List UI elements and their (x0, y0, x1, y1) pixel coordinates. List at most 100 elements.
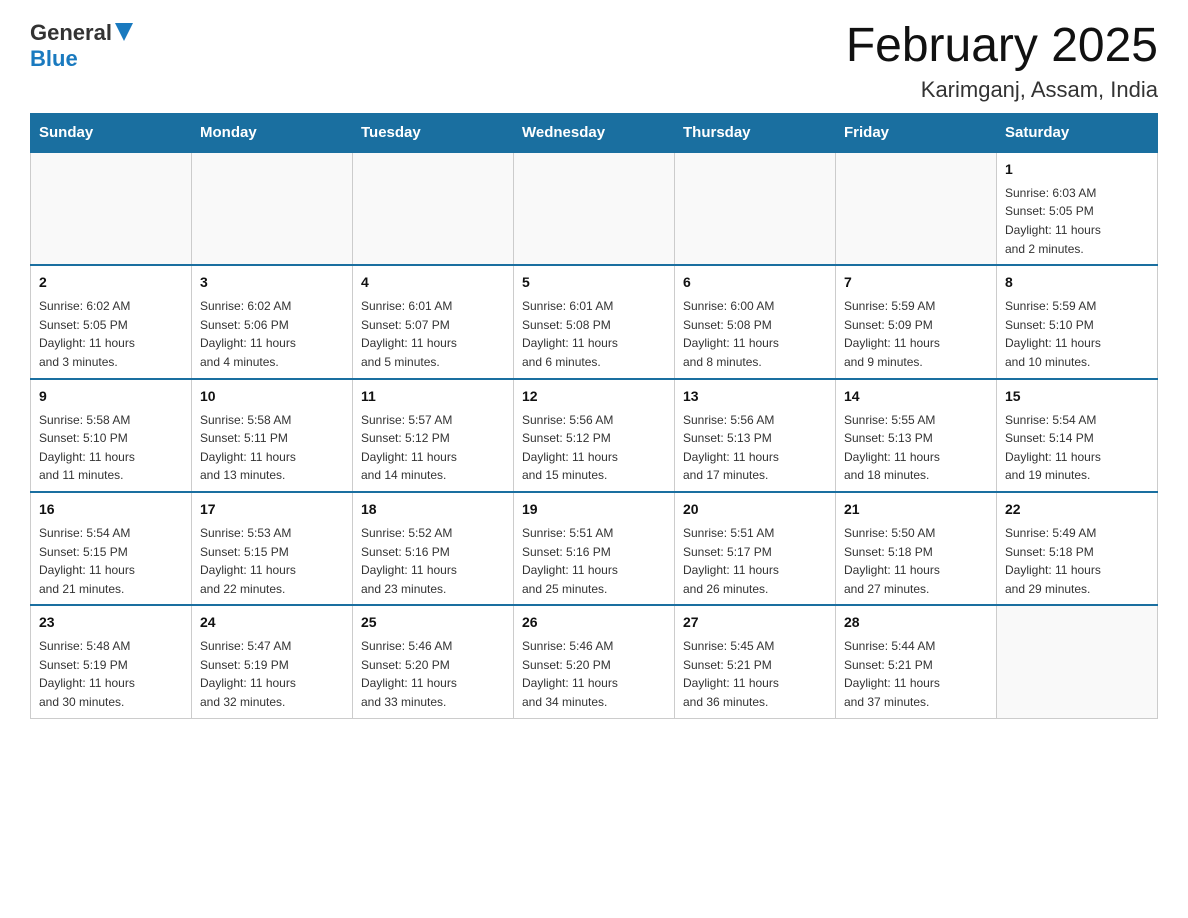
day-number: 28 (844, 612, 988, 633)
day-info: Sunrise: 5:44 AM Sunset: 5:21 PM Dayligh… (844, 637, 988, 711)
calendar-row-0: 1 Sunrise: 6:03 AM Sunset: 5:05 PM Daylig… (31, 152, 1158, 265)
weekday-header-friday: Friday (836, 113, 997, 152)
day-number: 13 (683, 386, 827, 407)
page-header: General Blue February 2025 Karimganj, As… (30, 20, 1158, 103)
day-info: Sunrise: 5:51 AM Sunset: 5:17 PM Dayligh… (683, 524, 827, 598)
day-number: 24 (200, 612, 344, 633)
calendar-cell: 23 Sunrise: 5:48 AM Sunset: 5:19 PM Dayli… (31, 605, 192, 718)
day-info: Sunrise: 5:45 AM Sunset: 5:21 PM Dayligh… (683, 637, 827, 711)
calendar-cell (514, 152, 675, 265)
calendar-cell: 10 Sunrise: 5:58 AM Sunset: 5:11 PM Dayli… (192, 379, 353, 492)
calendar-cell: 12 Sunrise: 5:56 AM Sunset: 5:12 PM Dayli… (514, 379, 675, 492)
day-info: Sunrise: 5:56 AM Sunset: 5:13 PM Dayligh… (683, 411, 827, 485)
calendar-row-2: 9 Sunrise: 5:58 AM Sunset: 5:10 PM Daylig… (31, 379, 1158, 492)
day-number: 12 (522, 386, 666, 407)
calendar-cell: 20 Sunrise: 5:51 AM Sunset: 5:17 PM Dayli… (675, 492, 836, 605)
calendar-cell: 19 Sunrise: 5:51 AM Sunset: 5:16 PM Dayli… (514, 492, 675, 605)
day-info: Sunrise: 5:58 AM Sunset: 5:10 PM Dayligh… (39, 411, 183, 485)
calendar-cell: 5Sunrise: 6:01 AM Sunset: 5:08 PM Daylig… (514, 265, 675, 378)
day-info: Sunrise: 6:02 AM Sunset: 5:06 PM Dayligh… (200, 297, 344, 371)
day-info: Sunrise: 5:52 AM Sunset: 5:16 PM Dayligh… (361, 524, 505, 598)
day-number: 20 (683, 499, 827, 520)
day-info: Sunrise: 5:54 AM Sunset: 5:15 PM Dayligh… (39, 524, 183, 598)
location-title: Karimganj, Assam, India (846, 77, 1158, 103)
calendar-cell: 26 Sunrise: 5:46 AM Sunset: 5:20 PM Dayli… (514, 605, 675, 718)
calendar-row-1: 2 Sunrise: 6:02 AM Sunset: 5:05 PM Daylig… (31, 265, 1158, 378)
day-number: 25 (361, 612, 505, 633)
calendar-cell (192, 152, 353, 265)
day-number: 22 (1005, 499, 1149, 520)
calendar-cell (997, 605, 1158, 718)
calendar-cell (353, 152, 514, 265)
day-number: 18 (361, 499, 505, 520)
day-number: 26 (522, 612, 666, 633)
logo-general-text: General (30, 20, 112, 46)
calendar-cell (31, 152, 192, 265)
day-number: 7 (844, 272, 988, 293)
weekday-header-monday: Monday (192, 113, 353, 152)
day-number: 1 (1005, 159, 1149, 180)
weekday-header-thursday: Thursday (675, 113, 836, 152)
calendar-cell: 16 Sunrise: 5:54 AM Sunset: 5:15 PM Dayli… (31, 492, 192, 605)
calendar-cell: 17 Sunrise: 5:53 AM Sunset: 5:15 PM Dayli… (192, 492, 353, 605)
day-info: Sunrise: 6:00 AM Sunset: 5:08 PM Dayligh… (683, 297, 827, 371)
calendar-cell: 7Sunrise: 5:59 AM Sunset: 5:09 PM Daylig… (836, 265, 997, 378)
calendar-cell: 1 Sunrise: 6:03 AM Sunset: 5:05 PM Daylig… (997, 152, 1158, 265)
day-number: 27 (683, 612, 827, 633)
month-title: February 2025 (846, 20, 1158, 73)
calendar-cell: 3 Sunrise: 6:02 AM Sunset: 5:06 PM Daylig… (192, 265, 353, 378)
calendar-cell: 24 Sunrise: 5:47 AM Sunset: 5:19 PM Dayli… (192, 605, 353, 718)
logo: General Blue (30, 20, 133, 72)
day-info: Sunrise: 5:48 AM Sunset: 5:19 PM Dayligh… (39, 637, 183, 711)
calendar-cell: 25 Sunrise: 5:46 AM Sunset: 5:20 PM Dayli… (353, 605, 514, 718)
day-info: Sunrise: 6:02 AM Sunset: 5:05 PM Dayligh… (39, 297, 183, 371)
logo-triangle-icon (115, 23, 133, 41)
title-block: February 2025 Karimganj, Assam, India (846, 20, 1158, 103)
logo-blue-text: Blue (30, 46, 133, 72)
calendar-cell: 22 Sunrise: 5:49 AM Sunset: 5:18 PM Dayli… (997, 492, 1158, 605)
calendar-cell: 27 Sunrise: 5:45 AM Sunset: 5:21 PM Dayli… (675, 605, 836, 718)
weekday-header-sunday: Sunday (31, 113, 192, 152)
calendar-row-4: 23 Sunrise: 5:48 AM Sunset: 5:19 PM Dayli… (31, 605, 1158, 718)
calendar-cell: 13 Sunrise: 5:56 AM Sunset: 5:13 PM Dayli… (675, 379, 836, 492)
day-number: 15 (1005, 386, 1149, 407)
day-number: 16 (39, 499, 183, 520)
day-number: 3 (200, 272, 344, 293)
day-info: Sunrise: 5:49 AM Sunset: 5:18 PM Dayligh… (1005, 524, 1149, 598)
calendar-cell: 4Sunrise: 6:01 AM Sunset: 5:07 PM Daylig… (353, 265, 514, 378)
day-number: 23 (39, 612, 183, 633)
calendar-cell: 18 Sunrise: 5:52 AM Sunset: 5:16 PM Dayli… (353, 492, 514, 605)
day-number: 9 (39, 386, 183, 407)
day-info: Sunrise: 5:57 AM Sunset: 5:12 PM Dayligh… (361, 411, 505, 485)
calendar-cell: 15Sunrise: 5:54 AM Sunset: 5:14 PM Dayli… (997, 379, 1158, 492)
day-number: 19 (522, 499, 666, 520)
day-info: Sunrise: 5:51 AM Sunset: 5:16 PM Dayligh… (522, 524, 666, 598)
day-info: Sunrise: 5:50 AM Sunset: 5:18 PM Dayligh… (844, 524, 988, 598)
day-info: Sunrise: 5:47 AM Sunset: 5:19 PM Dayligh… (200, 637, 344, 711)
day-info: Sunrise: 5:56 AM Sunset: 5:12 PM Dayligh… (522, 411, 666, 485)
calendar-cell: 28 Sunrise: 5:44 AM Sunset: 5:21 PM Dayli… (836, 605, 997, 718)
calendar-cell (836, 152, 997, 265)
day-info: Sunrise: 5:46 AM Sunset: 5:20 PM Dayligh… (522, 637, 666, 711)
day-info: Sunrise: 5:46 AM Sunset: 5:20 PM Dayligh… (361, 637, 505, 711)
day-number: 14 (844, 386, 988, 407)
day-number: 4 (361, 272, 505, 293)
weekday-header-wednesday: Wednesday (514, 113, 675, 152)
calendar-table: SundayMondayTuesdayWednesdayThursdayFrid… (30, 113, 1158, 719)
calendar-cell: 21Sunrise: 5:50 AM Sunset: 5:18 PM Dayli… (836, 492, 997, 605)
calendar-cell: 14Sunrise: 5:55 AM Sunset: 5:13 PM Dayli… (836, 379, 997, 492)
calendar-row-3: 16 Sunrise: 5:54 AM Sunset: 5:15 PM Dayli… (31, 492, 1158, 605)
day-number: 5 (522, 272, 666, 293)
weekday-header-saturday: Saturday (997, 113, 1158, 152)
calendar-cell: 11Sunrise: 5:57 AM Sunset: 5:12 PM Dayli… (353, 379, 514, 492)
calendar-cell: 8Sunrise: 5:59 AM Sunset: 5:10 PM Daylig… (997, 265, 1158, 378)
day-number: 17 (200, 499, 344, 520)
day-number: 10 (200, 386, 344, 407)
calendar-cell: 2 Sunrise: 6:02 AM Sunset: 5:05 PM Daylig… (31, 265, 192, 378)
calendar-cell (675, 152, 836, 265)
day-info: Sunrise: 5:58 AM Sunset: 5:11 PM Dayligh… (200, 411, 344, 485)
day-info: Sunrise: 5:53 AM Sunset: 5:15 PM Dayligh… (200, 524, 344, 598)
day-info: Sunrise: 6:03 AM Sunset: 5:05 PM Dayligh… (1005, 184, 1149, 258)
day-number: 2 (39, 272, 183, 293)
weekday-header-tuesday: Tuesday (353, 113, 514, 152)
